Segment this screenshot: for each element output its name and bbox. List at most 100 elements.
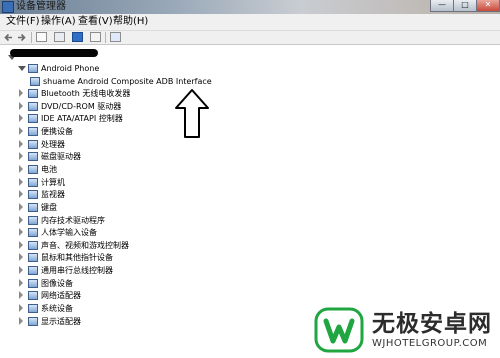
bluetooth-icon <box>28 89 38 98</box>
system-device-icon <box>28 304 38 314</box>
computer-icon <box>28 177 38 187</box>
mouse-icon <box>28 253 38 263</box>
memory-icon <box>28 215 38 225</box>
expand-icon[interactable] <box>19 240 23 249</box>
category-label: 便携设备 <box>41 126 73 136</box>
redaction-scribble <box>10 49 98 57</box>
disk-drive-icon <box>28 152 38 162</box>
category-label: DVD/CD-ROM 驱动器 <box>41 101 122 111</box>
help-icon[interactable] <box>72 32 83 42</box>
watermark-logo-icon <box>314 307 364 353</box>
expand-icon[interactable] <box>19 266 23 275</box>
category-label: 电池 <box>41 164 57 174</box>
collapse-icon[interactable] <box>18 66 26 71</box>
menu-bar: 文件(F) 操作(A) 查看(V) 帮助(H) <box>0 14 500 31</box>
category-label: 显示适配器 <box>41 316 81 326</box>
tree-category[interactable]: 键盘 <box>18 201 218 214</box>
device-manager-icon <box>2 1 14 13</box>
category-label: IDE ATA/ATAPI 控制器 <box>41 114 123 124</box>
tree-category[interactable]: 磁盘驱动器 <box>18 150 218 163</box>
category-label: 内存技术驱动程序 <box>41 215 105 225</box>
ide-controller-icon <box>28 114 38 124</box>
expand-icon[interactable] <box>19 152 23 161</box>
forward-icon[interactable] <box>16 32 27 43</box>
category-label: 图像设备 <box>41 278 73 288</box>
tree-category[interactable]: 通用串行总线控制器 <box>18 264 218 277</box>
expand-icon[interactable] <box>19 139 23 148</box>
close-button[interactable]: ✕ <box>476 0 500 12</box>
category-label: 系统设备 <box>41 304 73 314</box>
expand-icon[interactable] <box>19 190 23 199</box>
tree-category[interactable]: 声音、视频和游戏控制器 <box>18 239 218 252</box>
tree-category[interactable]: 人体学输入设备 <box>18 226 218 239</box>
expand-icon[interactable] <box>19 278 23 287</box>
category-label: 人体学输入设备 <box>41 228 97 238</box>
expand-icon[interactable] <box>19 89 23 97</box>
tree-category[interactable]: 鼠标和其他指针设备 <box>18 251 218 264</box>
sound-icon <box>28 240 38 250</box>
category-label: 鼠标和其他指针设备 <box>41 253 113 263</box>
tree-category[interactable]: 图像设备 <box>18 277 218 290</box>
portable-device-icon <box>28 126 38 136</box>
phone-icon <box>28 64 38 73</box>
imaging-device-icon <box>28 278 38 288</box>
watermark-url: WJHOTELGROUP.COM <box>372 338 488 349</box>
show-hide-icon[interactable] <box>54 32 65 42</box>
menu-file[interactable]: 文件(F) <box>6 14 40 30</box>
tree-category[interactable]: 显示适配器 <box>18 315 218 328</box>
maximize-button[interactable]: □ <box>453 0 477 12</box>
expand-icon[interactable] <box>19 316 23 325</box>
network-adapter-icon <box>28 291 38 301</box>
tree-category[interactable]: 监视器 <box>18 188 218 201</box>
tree-group-android-phone[interactable]: Android Phone <box>18 62 218 75</box>
category-label: 键盘 <box>41 202 57 212</box>
details-icon[interactable] <box>90 32 101 42</box>
tree-category[interactable]: 计算机 <box>18 176 218 189</box>
toolbar-separator <box>105 32 106 43</box>
expand-icon[interactable] <box>19 177 23 186</box>
display-adapter-icon <box>28 316 38 326</box>
menu-help[interactable]: 帮助(H) <box>113 14 148 30</box>
category-label: 声音、视频和游戏控制器 <box>41 240 129 250</box>
expand-icon[interactable] <box>19 101 23 110</box>
window-title: 设备管理器 <box>16 1 66 12</box>
category-label: 通用串行总线控制器 <box>41 266 113 276</box>
properties-icon[interactable] <box>36 32 47 42</box>
keyboard-icon <box>28 202 38 212</box>
toolbar-separator <box>31 32 32 43</box>
expand-icon[interactable] <box>19 202 23 211</box>
watermark-brand: 无极安卓网 <box>372 311 492 337</box>
menu-action[interactable]: 操作(A) <box>41 14 76 30</box>
expand-icon[interactable] <box>19 304 23 313</box>
category-label: 网络适配器 <box>41 291 81 301</box>
menu-view[interactable]: 查看(V) <box>78 14 113 30</box>
expand-icon[interactable] <box>19 126 23 135</box>
watermark: 无极安卓网 WJHOTELGROUP.COM <box>312 305 500 355</box>
expand-icon[interactable] <box>19 164 23 173</box>
hid-icon <box>28 228 38 238</box>
expand-icon[interactable] <box>19 215 23 224</box>
tree-category[interactable]: 网络适配器 <box>18 289 218 302</box>
scan-hardware-icon[interactable] <box>110 32 121 42</box>
category-label: Bluetooth 无线电收发器 <box>41 89 131 98</box>
tree-category[interactable]: 电池 <box>18 163 218 176</box>
processor-icon <box>28 139 38 149</box>
tree-category[interactable]: 内存技术驱动程序 <box>18 214 218 227</box>
usb-device-icon <box>30 77 40 86</box>
minimize-button[interactable]: — <box>430 0 454 12</box>
category-label: 处理器 <box>41 139 65 149</box>
back-icon[interactable] <box>3 32 14 43</box>
dvd-drive-icon <box>28 101 38 111</box>
toolbar <box>0 31 500 45</box>
monitor-icon <box>28 190 38 200</box>
tree-category[interactable]: 系统设备 <box>18 302 218 315</box>
expand-icon[interactable] <box>19 114 23 123</box>
group-label: Android Phone <box>41 64 100 73</box>
expand-icon[interactable] <box>19 228 23 237</box>
category-label: 磁盘驱动器 <box>41 152 81 162</box>
expand-icon[interactable] <box>19 291 23 300</box>
arrow-annotation-icon <box>175 89 209 138</box>
battery-icon <box>28 164 38 174</box>
category-label: 监视器 <box>41 190 65 200</box>
expand-icon[interactable] <box>19 253 23 262</box>
